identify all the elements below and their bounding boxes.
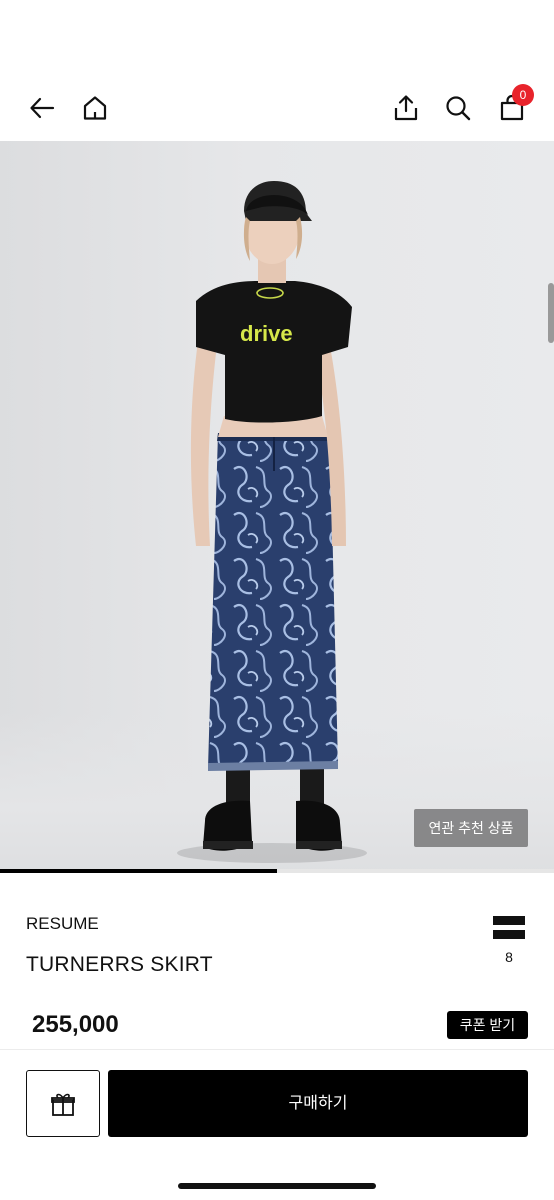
list-count-button[interactable]: 8 (490, 916, 528, 965)
share-icon (394, 95, 418, 121)
gift-button[interactable] (26, 1070, 100, 1137)
page-scrollbar[interactable] (548, 283, 554, 343)
home-indicator[interactable] (178, 1183, 376, 1189)
product-detail-page: 0 drive 연관 추천 상품 RESUME TURNERRS SKIRT 8… (0, 0, 554, 1200)
top-navigation-bar: 0 (0, 78, 554, 140)
gallery-progress-track (0, 869, 554, 873)
related-products-button[interactable]: 연관 추천 상품 (414, 809, 528, 847)
search-icon (446, 96, 471, 121)
list-count-number: 8 (505, 949, 513, 965)
cart-count-badge: 0 (512, 84, 534, 106)
product-price: 255,000 (32, 1011, 119, 1038)
back-button[interactable] (24, 90, 60, 126)
buy-button[interactable]: 구매하기 (108, 1070, 528, 1137)
arrow-left-icon (30, 97, 55, 119)
search-button[interactable] (440, 90, 476, 126)
tee-print-text: drive (240, 321, 293, 346)
brand-name[interactable]: RESUME (26, 914, 99, 934)
product-title: TURNERRS SKIRT (26, 953, 213, 976)
list-icon-bar (493, 930, 525, 939)
share-button[interactable] (388, 90, 424, 126)
cart-button[interactable]: 0 (494, 84, 534, 126)
home-button[interactable] (77, 90, 113, 126)
gift-icon (51, 1093, 75, 1116)
product-photo-model: drive (177, 181, 367, 863)
section-divider (0, 1049, 554, 1050)
coupon-button[interactable]: 쿠폰 받기 (447, 1011, 528, 1039)
product-image-gallery[interactable]: drive 연관 추천 상품 (0, 141, 554, 872)
gallery-progress-fill (0, 869, 277, 873)
list-icon (493, 916, 525, 925)
home-icon (83, 96, 107, 120)
